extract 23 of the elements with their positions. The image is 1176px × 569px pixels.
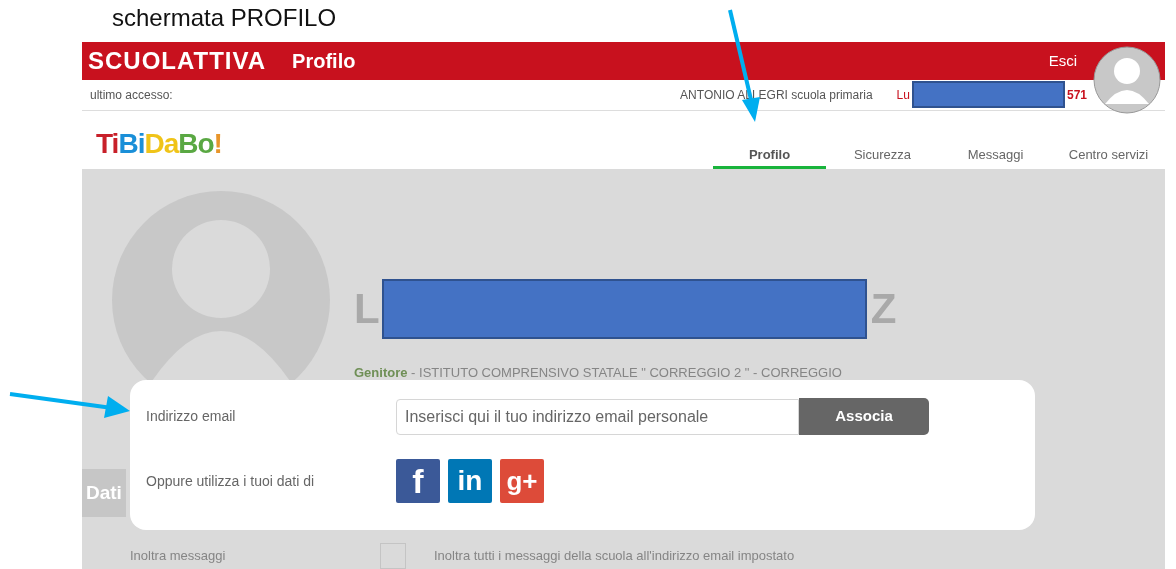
brand-logo: TiBiDaBo! (95, 126, 222, 161)
avatar-icon[interactable] (1093, 46, 1161, 114)
page-title: Profilo (292, 48, 356, 74)
facebook-logo-icon[interactable]: f (396, 459, 440, 503)
user-role-text: Genitore - ISTITUTO COMPRENSIVO STATALE " CORREGGIO 2 " - CORREGGIO (354, 363, 843, 382)
section-label: Dati (82, 468, 126, 517)
nav-tab[interactable]: Sicurezza (826, 110, 939, 169)
nav-tab[interactable]: Messaggi (939, 110, 1052, 169)
last-access-label: ultimo accesso: (90, 86, 173, 104)
email-input-field[interactable]: Inserisci qui il tuo indirizzo email personale (396, 398, 799, 435)
user-code-end: 571 (1066, 86, 1087, 104)
user-code-start: Lu (896, 86, 910, 104)
setting-description: Inoltra tutti i messaggi della scuola all'indirizzo email impostato (434, 547, 795, 566)
logout-link[interactable]: Esci (1048, 49, 1077, 73)
caption-text: schermata PROFILO (111, 3, 338, 33)
app-logo: SCUOLATTIVA (88, 45, 267, 76)
setting-label: Inoltra messaggi (130, 547, 227, 566)
associate-button[interactable]: Associa (799, 398, 929, 435)
social-login-label: Oppure utilizza i tuoi dati di (146, 471, 316, 491)
nav-tab[interactable]: Centro servizi (1052, 110, 1165, 169)
email-label: Indirizzo email (146, 407, 237, 426)
google-plus-logo-icon[interactable]: g+ (500, 459, 544, 503)
linkedin-logo-icon[interactable]: in (448, 459, 492, 503)
